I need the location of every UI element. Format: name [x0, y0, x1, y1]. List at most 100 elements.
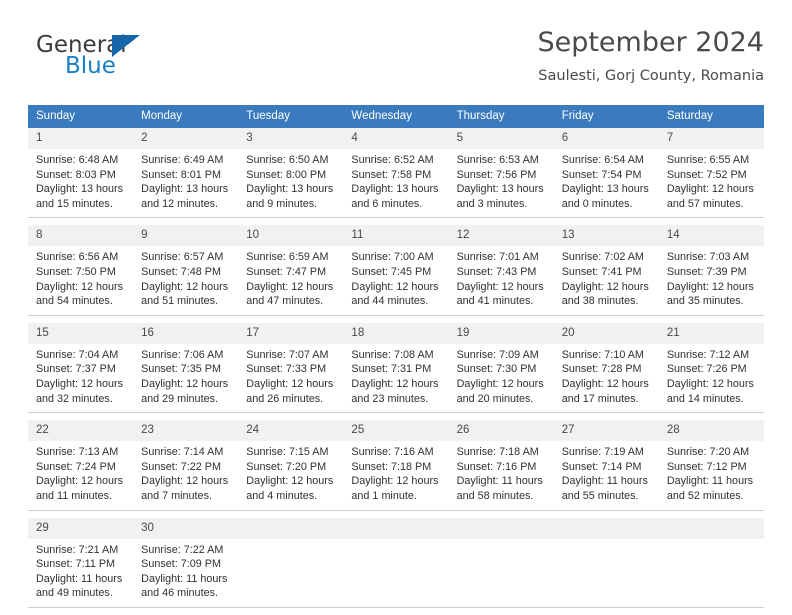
day-sun-info: Sunrise: 7:19 AM Sunset: 7:14 PM Daylight:…	[554, 441, 659, 509]
title-block: September 2024 Saulesti, Gorj County, Ro…	[537, 26, 764, 87]
day-info-line: Sunrise: 7:14 AM	[141, 446, 224, 459]
day-cell-24[interactable]: 24 Sunrise: 7:15 AM Sunset: 7:20 PM Dayligh…	[238, 420, 344, 510]
day-info-line: and 26 minutes.	[246, 392, 324, 405]
day-cell-4[interactable]: 4 Sunrise: 6:52 AM Sunset: 7:58 PM Daylight…	[343, 128, 449, 218]
day-cell-30[interactable]: 30 Sunrise: 7:22 AM Sunset: 7:09 PM Dayligh…	[133, 517, 239, 607]
day-sun-info: Sunrise: 7:22 AM Sunset: 7:09 PM Daylight:…	[133, 539, 238, 607]
day-info-line: and 1 minute.	[351, 489, 417, 502]
day-info-line: and 49 minutes.	[36, 587, 113, 600]
day-cell-23[interactable]: 23 Sunrise: 7:14 AM Sunset: 7:22 PM Dayligh…	[133, 420, 239, 510]
day-info-line: and 11 minutes.	[36, 489, 113, 502]
day-cell-27[interactable]: 27 Sunrise: 7:19 AM Sunset: 7:14 PM Dayligh…	[553, 420, 659, 510]
day-info-line: Sunset: 7:16 PM	[456, 460, 537, 473]
day-cell-2[interactable]: 2 Sunrise: 6:49 AM Sunset: 8:01 PM Daylight…	[133, 128, 239, 218]
day-cell-empty	[658, 517, 764, 607]
day-number	[658, 517, 764, 539]
calendar-weeks: 1 Sunrise: 6:48 AM Sunset: 8:03 PM Daylight…	[28, 128, 764, 615]
day-info-line: and 3 minutes.	[456, 197, 528, 210]
day-info-line: Sunrise: 6:55 AM	[666, 154, 750, 166]
day-cell-9[interactable]: 9 Sunrise: 6:57 AM Sunset: 7:48 PM Daylight…	[133, 225, 239, 315]
day-info-line: and 6 minutes.	[351, 197, 423, 210]
day-info-line: Sunrise: 6:57 AM	[141, 251, 224, 264]
day-cell-11[interactable]: 11 Sunrise: 7:00 AM Sunset: 7:45 PM Dayligh…	[343, 225, 449, 315]
day-info-line: and 4 minutes.	[246, 489, 318, 502]
day-sun-info: Sunrise: 7:21 AM Sunset: 7:11 PM Daylight:…	[28, 539, 133, 607]
day-sun-info: Sunrise: 7:10 AM Sunset: 7:28 PM Daylight:…	[554, 344, 659, 412]
weekday-header-monday: Monday	[141, 110, 183, 122]
day-info-line: Sunset: 7:56 PM	[456, 168, 537, 181]
day-cell-5[interactable]: 5 Sunrise: 6:53 AM Sunset: 7:56 PM Daylight…	[448, 128, 554, 218]
day-info-line: and 51 minutes.	[141, 295, 218, 308]
day-info-line: Daylight: 11 hours	[666, 475, 754, 488]
day-info-line: and 54 minutes.	[36, 295, 113, 308]
day-cell-14[interactable]: 14 Sunrise: 7:03 AM Sunset: 7:39 PM Dayligh…	[658, 225, 764, 315]
day-sun-info: Sunrise: 7:00 AM Sunset: 7:45 PM Daylight:…	[343, 246, 448, 314]
day-cell-18[interactable]: 18 Sunrise: 7:08 AM Sunset: 7:31 PM Dayligh…	[343, 322, 449, 413]
day-number: 4	[343, 128, 449, 149]
day-number: 8	[28, 225, 134, 247]
day-cell-17[interactable]: 17 Sunrise: 7:07 AM Sunset: 7:33 PM Dayligh…	[238, 322, 344, 413]
day-cell-15[interactable]: 15 Sunrise: 7:04 AM Sunset: 7:37 PM Dayligh…	[28, 322, 134, 413]
day-info-line: Sunset: 7:18 PM	[351, 460, 432, 473]
day-number: 29	[28, 517, 134, 539]
day-info-line: Daylight: 12 hours	[141, 377, 229, 390]
day-cell-20[interactable]: 20 Sunrise: 7:10 AM Sunset: 7:28 PM Dayligh…	[553, 322, 659, 413]
day-info-line: Sunset: 7:58 PM	[351, 168, 432, 181]
day-number: 23	[133, 420, 239, 442]
day-info-line: Daylight: 11 hours	[561, 475, 648, 488]
day-info-line: Daylight: 13 hours	[246, 183, 334, 196]
day-info-line: Daylight: 11 hours	[141, 572, 228, 585]
day-info-line: Daylight: 12 hours	[351, 377, 439, 390]
day-cell-empty	[343, 517, 449, 607]
calendar-week-row: 1 Sunrise: 6:48 AM Sunset: 8:03 PM Daylight…	[28, 128, 764, 219]
day-info-line: Sunset: 8:03 PM	[36, 168, 116, 181]
day-number: 25	[343, 420, 449, 442]
day-info-line: Sunset: 7:43 PM	[456, 265, 537, 278]
weekday-header-row: Sunday Monday Tuesday Wednesday Thursday Frid…	[28, 105, 764, 128]
brand-logo[interactable]: General Blue	[36, 32, 246, 88]
day-sun-info: Sunrise: 7:14 AM Sunset: 7:22 PM Daylight:…	[133, 441, 238, 509]
day-number: 5	[448, 128, 554, 149]
day-cell-13[interactable]: 13 Sunrise: 7:02 AM Sunset: 7:41 PM Dayligh…	[553, 225, 659, 315]
day-info-line: and 35 minutes.	[666, 295, 744, 308]
day-info-line: and 38 minutes.	[561, 295, 639, 308]
day-cell-7[interactable]: 7 Sunrise: 6:55 AM Sunset: 7:52 PM Daylight…	[658, 128, 764, 218]
day-cell-25[interactable]: 25 Sunrise: 7:16 AM Sunset: 7:18 PM Dayligh…	[343, 420, 449, 510]
day-cell-22[interactable]: 22 Sunrise: 7:13 AM Sunset: 7:24 PM Dayligh…	[28, 420, 134, 510]
day-info-line: Sunset: 7:39 PM	[666, 265, 747, 278]
day-sun-info	[238, 539, 343, 549]
day-cell-29[interactable]: 29 Sunrise: 7:21 AM Sunset: 7:11 PM Dayligh…	[28, 517, 134, 607]
day-cell-16[interactable]: 16 Sunrise: 7:06 AM Sunset: 7:35 PM Dayligh…	[133, 322, 239, 413]
day-cell-6[interactable]: 6 Sunrise: 6:54 AM Sunset: 7:54 PM Daylight…	[553, 128, 659, 218]
weekday-header-wednesday: Wednesday	[351, 110, 412, 122]
day-info-line: Sunset: 7:41 PM	[561, 265, 642, 278]
day-info-line: Sunrise: 7:10 AM	[561, 348, 644, 361]
day-number: 30	[133, 517, 239, 539]
day-cell-10[interactable]: 10 Sunrise: 6:59 AM Sunset: 7:47 PM Dayligh…	[238, 225, 344, 315]
day-cell-1[interactable]: 1 Sunrise: 6:48 AM Sunset: 8:03 PM Daylight…	[28, 128, 134, 218]
day-cell-8[interactable]: 8 Sunrise: 6:56 AM Sunset: 7:50 PM Daylight…	[28, 225, 134, 315]
day-info-line: Sunset: 7:12 PM	[666, 460, 747, 473]
day-info-line: Sunset: 7:48 PM	[141, 265, 221, 278]
day-cell-12[interactable]: 12 Sunrise: 7:01 AM Sunset: 7:43 PM Dayligh…	[448, 225, 554, 315]
day-cell-empty	[448, 517, 554, 607]
day-number: 11	[343, 225, 449, 247]
day-cell-21[interactable]: 21 Sunrise: 7:12 AM Sunset: 7:26 PM Dayligh…	[658, 322, 764, 413]
day-cell-3[interactable]: 3 Sunrise: 6:50 AM Sunset: 8:00 PM Daylight…	[238, 128, 344, 218]
brand-name-blue: Blue	[65, 53, 116, 79]
day-cell-26[interactable]: 26 Sunrise: 7:18 AM Sunset: 7:16 PM Dayligh…	[448, 420, 554, 510]
page-subtitle: Saulesti, Gorj County, Romania	[538, 68, 764, 84]
day-cell-19[interactable]: 19 Sunrise: 7:09 AM Sunset: 7:30 PM Dayligh…	[448, 322, 554, 413]
day-info-line: Daylight: 12 hours	[246, 475, 334, 488]
day-info-line: Sunrise: 6:50 AM	[246, 154, 329, 166]
day-cell-28[interactable]: 28 Sunrise: 7:20 AM Sunset: 7:12 PM Dayligh…	[658, 420, 764, 510]
calendar-week-row: 15 Sunrise: 7:04 AM Sunset: 7:37 PM Dayligh…	[28, 322, 764, 414]
day-info-line: Sunset: 7:11 PM	[36, 558, 116, 571]
day-info-line: Sunset: 7:20 PM	[246, 460, 327, 473]
day-sun-info: Sunrise: 7:15 AM Sunset: 7:20 PM Daylight:…	[238, 441, 343, 509]
weekday-header-saturday: Saturday	[666, 110, 713, 122]
day-sun-info: Sunrise: 6:59 AM Sunset: 7:47 PM Daylight:…	[238, 246, 343, 314]
blue-triangle-logo-icon	[112, 35, 140, 57]
day-info-line: and 20 minutes.	[456, 392, 534, 405]
day-info-line: Sunrise: 7:06 AM	[141, 348, 224, 361]
